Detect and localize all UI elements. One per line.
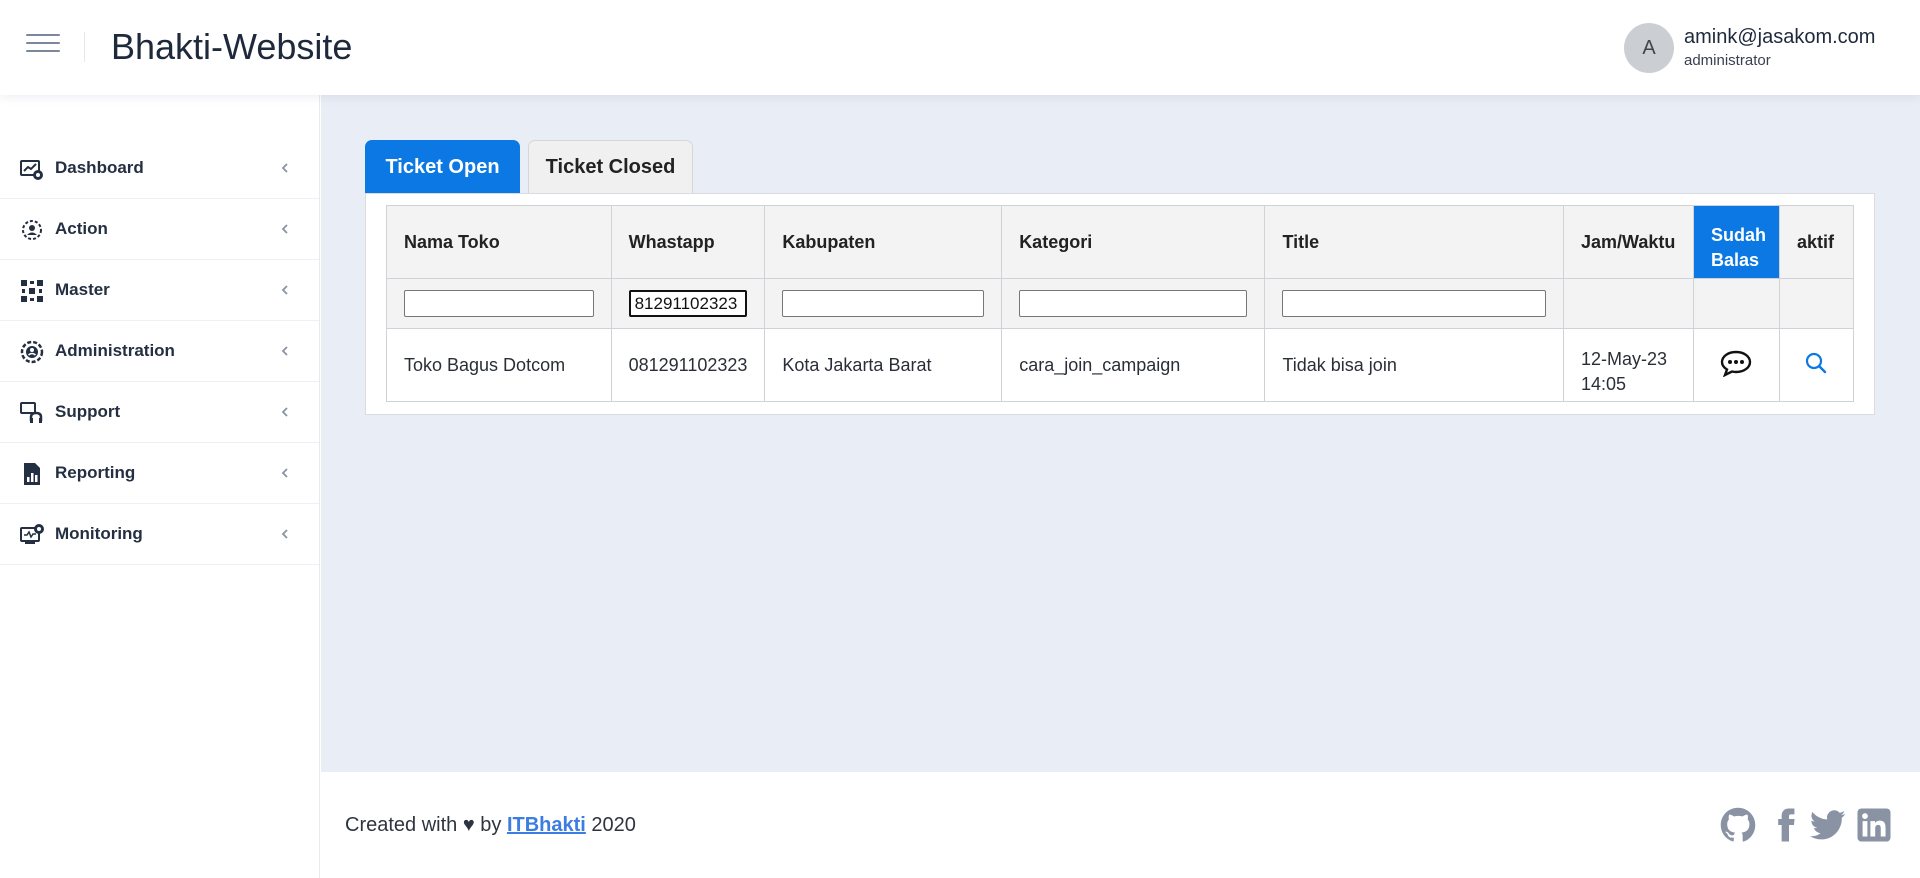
ticket-panel: Nama Toko Whastapp Kabupaten Kategori Ti… xyxy=(365,193,1875,415)
cell-sudah-balas xyxy=(1693,328,1780,402)
header-divider xyxy=(84,32,85,62)
master-icon xyxy=(21,280,43,302)
filter-cell xyxy=(764,278,1003,329)
sidebar-item-master[interactable]: Master xyxy=(0,260,319,321)
cell-kategori: cara_join_campaign xyxy=(1001,328,1266,402)
chat-bubble-icon[interactable] xyxy=(1720,349,1752,377)
facebook-icon[interactable] xyxy=(1768,807,1804,843)
user-email[interactable]: amink@jasakom.com xyxy=(1684,26,1875,49)
cell-aktif xyxy=(1778,328,1855,402)
filter-cell xyxy=(610,278,766,329)
action-icon xyxy=(22,220,42,240)
sidebar-item-label: Support xyxy=(55,402,121,421)
column-header-nama-toko[interactable]: Nama Toko xyxy=(386,205,612,279)
dashboard-icon xyxy=(20,160,43,180)
table-header-row: Nama Toko Whastapp Kabupaten Kategori Ti… xyxy=(386,205,1855,279)
column-header-whatsapp[interactable]: Whastapp xyxy=(610,205,766,279)
sidebar-item-monitoring[interactable]: Monitoring xyxy=(0,504,319,565)
search-icon[interactable] xyxy=(1805,352,1827,374)
sidebar-item-label: Action xyxy=(55,219,108,238)
column-header-title[interactable]: Title xyxy=(1264,205,1565,279)
footer-link-itbhakti[interactable]: ITBhakti xyxy=(507,814,586,836)
footer: Created with ♥ by ITBhakti 2020 xyxy=(321,772,1920,878)
column-header-jam-waktu[interactable]: Jam/Waktu xyxy=(1563,205,1694,279)
sidebar-item-action[interactable]: Action xyxy=(0,199,319,260)
table-filter-row xyxy=(386,278,1855,329)
chevron-left-icon xyxy=(281,468,288,478)
tab-ticket-closed[interactable]: Ticket Closed xyxy=(528,140,693,194)
filter-kategori-input[interactable] xyxy=(1019,290,1248,317)
filter-title-input[interactable] xyxy=(1282,290,1547,317)
column-header-kabupaten[interactable]: Kabupaten xyxy=(764,205,1003,279)
app-title: Bhakti-Website xyxy=(111,26,353,67)
column-header-kategori[interactable]: Kategori xyxy=(1001,205,1266,279)
cell-date: 12-May-23 xyxy=(1581,348,1668,369)
chevron-left-icon xyxy=(281,163,288,173)
filter-cell-empty xyxy=(1693,278,1780,329)
cell-kabupaten: Kota Jakarta Barat xyxy=(764,328,1003,402)
filter-cell-empty xyxy=(1563,278,1694,329)
github-icon[interactable] xyxy=(1720,807,1756,843)
sidebar-item-reporting[interactable]: Reporting xyxy=(0,443,319,504)
chevron-left-icon xyxy=(281,285,288,295)
sidebar-item-label: Dashboard xyxy=(55,158,144,177)
cell-whatsapp: 081291102323 xyxy=(610,328,766,402)
filter-whatsapp-input[interactable] xyxy=(628,290,748,317)
sidebar-item-dashboard[interactable]: Dashboard xyxy=(0,138,319,199)
filter-cell-empty xyxy=(1778,278,1855,329)
filter-nama-toko-input[interactable] xyxy=(404,290,594,317)
footer-credit: Created with ♥ by ITBhakti 2020 xyxy=(345,814,636,837)
cell-title: Tidak bisa join xyxy=(1264,328,1565,402)
table-row[interactable]: Toko Bagus Dotcom 081291102323 Kota Jaka… xyxy=(386,328,1855,402)
user-role: administrator xyxy=(1684,52,1771,69)
column-header-aktif[interactable]: aktif xyxy=(1778,205,1855,279)
chevron-left-icon xyxy=(281,224,288,234)
tab-ticket-open[interactable]: Ticket Open xyxy=(365,140,520,194)
sidebar-item-label: Administration xyxy=(55,341,175,360)
filter-cell xyxy=(386,278,612,329)
twitter-icon[interactable] xyxy=(1810,807,1846,843)
monitoring-icon xyxy=(20,524,44,544)
user-avatar[interactable]: A xyxy=(1624,23,1674,73)
sidebar-item-label: Master xyxy=(55,280,110,299)
chevron-left-icon xyxy=(281,529,288,539)
chevron-left-icon xyxy=(281,346,288,356)
sidebar-item-label: Monitoring xyxy=(55,524,143,543)
footer-prefix: Created with ♥ by xyxy=(345,814,507,836)
filter-kabupaten-input[interactable] xyxy=(782,290,985,317)
column-header-sudah-balas[interactable]: Sudah Balas xyxy=(1693,205,1780,279)
reporting-icon xyxy=(24,463,40,485)
cell-nama-toko: Toko Bagus Dotcom xyxy=(386,328,612,402)
footer-suffix: 2020 xyxy=(585,814,636,836)
sidebar-item-administration[interactable]: Administration xyxy=(0,321,319,382)
cell-jam-waktu: 12-May-23 14:05 xyxy=(1563,328,1694,402)
hamburger-menu-icon[interactable] xyxy=(26,34,60,60)
top-header: Bhakti-Website A amink@jasakom.com admin… xyxy=(0,0,1920,95)
sidebar: Dashboard Action Master Administration S… xyxy=(0,95,320,878)
sidebar-item-support[interactable]: Support xyxy=(0,382,319,443)
administration-icon xyxy=(20,340,44,364)
filter-cell xyxy=(1001,278,1266,329)
ticket-table: Nama Toko Whastapp Kabupaten Kategori Ti… xyxy=(386,205,1855,402)
cell-time: 14:05 xyxy=(1581,373,1627,394)
linkedin-icon[interactable] xyxy=(1856,807,1892,843)
filter-cell xyxy=(1264,278,1565,329)
support-icon xyxy=(20,402,43,423)
main-content: Ticket Open Ticket Closed Nama Toko Whas… xyxy=(321,95,1920,772)
sidebar-item-label: Reporting xyxy=(55,463,136,482)
chevron-left-icon xyxy=(281,407,288,417)
